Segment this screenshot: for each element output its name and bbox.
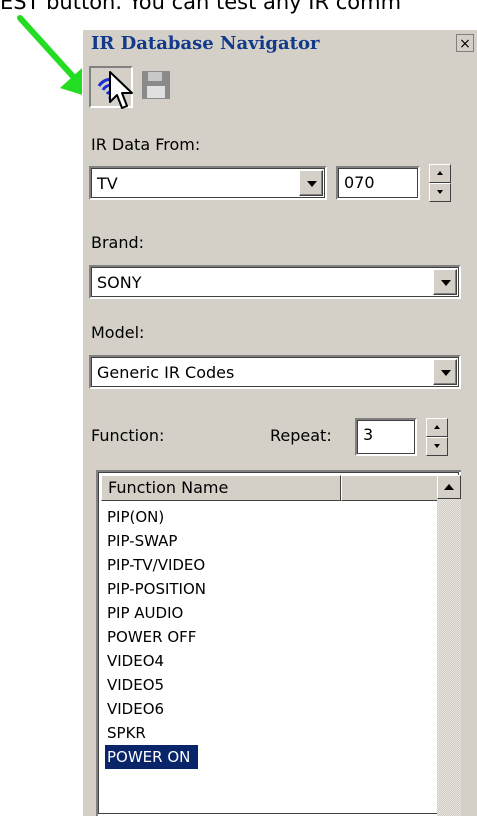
list-item[interactable]: PIP-TV/VIDEO xyxy=(105,553,205,577)
model-label: Model: xyxy=(91,323,145,342)
floppy-disk-icon xyxy=(142,71,170,99)
list-item[interactable]: PIP(ON) xyxy=(105,505,164,529)
function-list[interactable]: Function Name PIP(ON) PIP-SWAP PIP-TV/VI… xyxy=(96,470,461,816)
title-bar: IR Database Navigator × xyxy=(83,30,477,60)
vertical-scrollbar[interactable] xyxy=(437,475,461,816)
close-icon[interactable]: × xyxy=(456,34,474,52)
spin-down-icon[interactable] xyxy=(426,437,448,456)
spin-up-icon[interactable] xyxy=(429,164,451,183)
ir-database-navigator-panel: IR Database Navigator × IR Data From: TV… xyxy=(82,30,477,816)
list-header: Function Name xyxy=(101,475,439,501)
ir-data-from-label: IR Data From: xyxy=(91,135,201,154)
list-item-selected[interactable]: POWER ON xyxy=(105,745,199,769)
brand-value: SONY xyxy=(97,273,142,292)
list-item[interactable]: SPKR xyxy=(105,721,146,745)
repeat-input[interactable]: 3 xyxy=(355,418,417,456)
chevron-down-icon[interactable] xyxy=(433,269,457,295)
device-type-value: TV xyxy=(97,174,118,193)
column-header-blank[interactable] xyxy=(341,475,439,501)
chevron-down-icon[interactable] xyxy=(433,359,457,385)
model-select[interactable]: Generic IR Codes xyxy=(89,355,461,389)
repeat-spinner[interactable] xyxy=(426,418,448,456)
column-header-function-name[interactable]: Function Name xyxy=(101,475,341,501)
toolbar xyxy=(89,64,209,110)
list-item[interactable]: VIDEO6 xyxy=(105,697,164,721)
repeat-value: 3 xyxy=(363,425,374,444)
device-code-input[interactable]: 070 xyxy=(336,166,420,200)
spin-down-icon[interactable] xyxy=(429,183,451,202)
device-type-select[interactable]: TV xyxy=(89,166,327,200)
list-item[interactable]: POWER OFF xyxy=(105,625,196,649)
brand-label: Brand: xyxy=(91,233,145,252)
scroll-up-icon[interactable] xyxy=(437,475,461,499)
list-item[interactable]: PIP-SWAP xyxy=(105,529,177,553)
list-item[interactable]: PIP AUDIO xyxy=(105,601,183,625)
mouse-cursor-icon xyxy=(109,71,133,109)
window-title: IR Database Navigator xyxy=(91,33,320,54)
list-item[interactable]: VIDEO5 xyxy=(105,673,164,697)
list-rows: PIP(ON) PIP-SWAP PIP-TV/VIDEO PIP-POSITI… xyxy=(105,505,435,769)
list-item[interactable]: VIDEO4 xyxy=(105,649,164,673)
brand-select[interactable]: SONY xyxy=(89,265,461,299)
save-button[interactable] xyxy=(137,66,181,108)
device-code-spinner[interactable] xyxy=(429,164,451,202)
spin-up-icon[interactable] xyxy=(426,418,448,437)
model-value: Generic IR Codes xyxy=(97,363,235,382)
device-code-value: 070 xyxy=(344,173,375,192)
function-label: Function: xyxy=(91,426,165,445)
repeat-label: Repeat: xyxy=(270,426,332,445)
list-item[interactable]: PIP-POSITION xyxy=(105,577,206,601)
chevron-down-icon[interactable] xyxy=(299,170,323,196)
